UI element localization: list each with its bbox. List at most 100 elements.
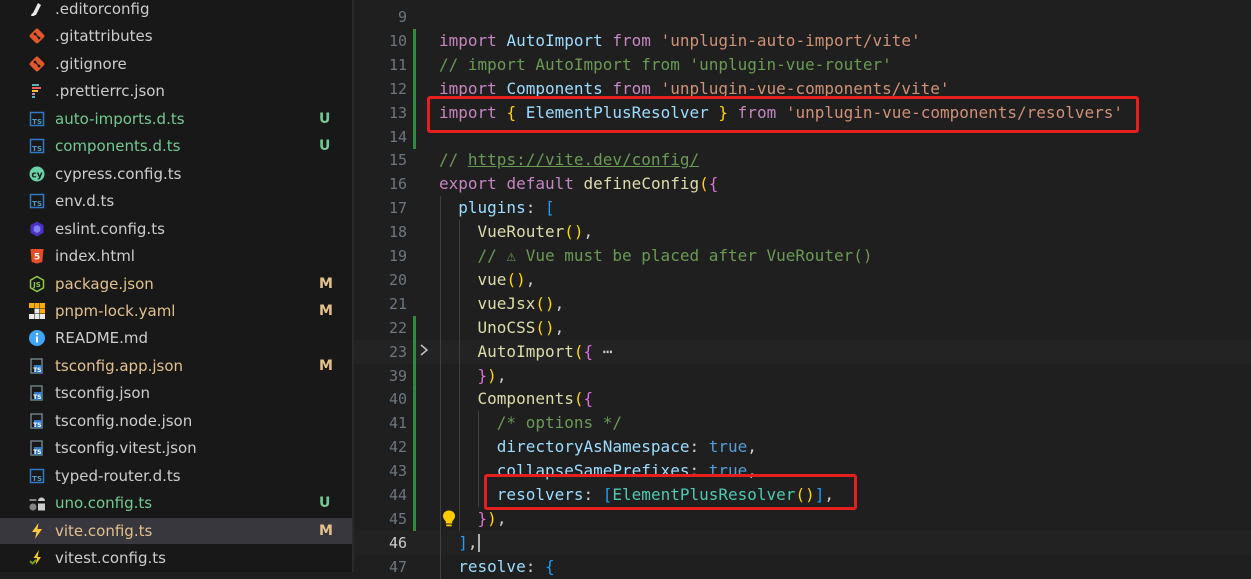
code-token: } (477, 508, 488, 528)
code-token: { (708, 174, 719, 194)
code-token: () (535, 293, 555, 313)
code-line[interactable]: 46 ], (354, 530, 1251, 555)
line-number: 19 (388, 247, 407, 265)
code-line[interactable]: 20 vue(), (354, 268, 1251, 292)
file-item[interactable]: .editorconfig (0, 0, 352, 22)
code-line[interactable]: 10 import AutoImport from 'unplugin-auto-… (354, 28, 1251, 53)
line-number: 12 (388, 79, 407, 98)
code-line[interactable]: 17 plugins: [ (354, 196, 1251, 220)
line-number: 45 (388, 509, 407, 528)
unocss-icon (27, 493, 47, 513)
svg-text:JS: JS (32, 281, 41, 289)
line-number: 21 (388, 294, 407, 313)
file-item[interactable]: JS package.json M (0, 271, 352, 297)
file-item[interactable]: TS tsconfig.app.json M (0, 353, 352, 379)
code-line[interactable]: 14 (354, 124, 1251, 149)
code-line[interactable]: 23 AutoImport({ ⋯ (354, 339, 1251, 364)
tsconfig-icon: TS (27, 411, 47, 431)
code-text: vue(), (439, 268, 536, 292)
line-number: 20 (388, 270, 407, 289)
file-name: vite.config.ts (55, 521, 153, 540)
file-item[interactable]: TS auto-imports.d.ts U (0, 106, 352, 132)
file-item[interactable]: uno.config.ts U (0, 490, 352, 516)
code-text: resolve: { (439, 555, 554, 579)
code-line[interactable]: 11 // import AutoImport from 'unplugin-vu… (354, 52, 1251, 77)
git-added-decoration (413, 315, 416, 340)
line-number: 41 (388, 414, 407, 433)
file-item[interactable]: cy cypress.config.ts (0, 161, 352, 187)
editorconfig-icon (27, 0, 47, 19)
code-token: : (525, 198, 545, 218)
file-item[interactable]: vite.config.ts M (0, 517, 352, 544)
code-line[interactable]: 16 export default defineConfig({ (354, 172, 1251, 196)
code-line[interactable]: 13 import { ElementPlusResolver } from 'u… (354, 100, 1251, 125)
file-item[interactable]: 5 index.html (0, 243, 352, 269)
file-item[interactable]: TS tsconfig.node.json (0, 408, 352, 434)
code-line[interactable]: 22 UnoCSS(), (354, 315, 1251, 340)
code-line[interactable]: 42 directoryAsNamespace: true, (354, 435, 1251, 460)
code-token: : (525, 556, 545, 576)
tsconfig-icon: TS (27, 356, 47, 376)
file-name: .gitattributes (55, 27, 153, 46)
code-token: 'unplugin-auto-import/vite' (660, 30, 921, 50)
code-token: , (747, 437, 757, 457)
code-text: vueJsx(), (439, 292, 565, 316)
code-line[interactable]: 41 /* options */ (354, 411, 1251, 436)
line-number: 23 (388, 342, 407, 361)
git-added-decoration (413, 28, 416, 53)
code-token: , (496, 365, 507, 385)
chevron-right-icon[interactable] (418, 342, 434, 362)
line-number: 14 (388, 127, 407, 146)
code-token: // https://vite.dev/config/ (439, 150, 700, 170)
code-token: ) (487, 365, 497, 385)
tsconfig-icon: TS (27, 438, 47, 458)
git-status-badge: M (319, 275, 333, 292)
git-added-decoration (413, 339, 416, 364)
code-line[interactable]: 21 vueJsx(), (354, 292, 1251, 316)
code-text: resolvers: [ElementPlusResolver()], (439, 483, 834, 507)
code-token: UnoCSS (477, 317, 536, 337)
code-token: () (795, 485, 815, 504)
file-item[interactable]: eslint.config.ts (0, 216, 352, 242)
code-token: , (496, 508, 507, 528)
html-icon: 5 (27, 246, 47, 266)
line-number: 22 (388, 318, 407, 337)
file-item[interactable]: TS components.d.ts U (0, 133, 352, 159)
code-line[interactable]: 9 (354, 5, 1251, 29)
svg-text:TS: TS (33, 422, 41, 429)
code-line[interactable]: 44 resolvers: [ElementPlusResolver()], (354, 483, 1251, 507)
code-token: [ (602, 485, 613, 504)
code-line[interactable]: 18 VueRouter(), (354, 220, 1251, 244)
code-line[interactable]: 40 Components({ (354, 387, 1251, 412)
code-line[interactable]: 12 import Components from 'unplugin-vue-c… (354, 76, 1251, 101)
file-name: tsconfig.json (55, 384, 151, 403)
file-item[interactable]: README.md (0, 325, 352, 351)
file-item[interactable]: .gitattributes (0, 23, 352, 49)
code-line[interactable]: 43 collapseSamePrefixes: true, (354, 459, 1251, 484)
code-line[interactable]: 47 resolve: { (354, 555, 1251, 579)
code-line[interactable]: 15 // https://vite.dev/config/ (354, 148, 1251, 172)
file-name: tsconfig.node.json (55, 411, 193, 430)
code-line[interactable]: 39 }), (354, 363, 1251, 388)
file-item[interactable]: .gitignore (0, 51, 352, 77)
code-line[interactable]: 19 // ⚠ Vue must be placed after VueRout… (354, 244, 1251, 268)
indent-guide (478, 411, 479, 507)
svg-text:cy: cy (31, 170, 42, 180)
code-token: vue (477, 269, 507, 289)
git-status-badge: U (319, 495, 331, 512)
file-item[interactable]: TS env.d.ts (0, 188, 352, 214)
file-item[interactable]: .prettierrc.json (0, 78, 352, 104)
file-item[interactable]: vitest.config.ts (0, 545, 352, 571)
code-editor[interactable]: 9 10 import AutoImport from 'unplugin-auto… (354, 0, 1251, 579)
file-item[interactable]: pnpm-lock.yaml M (0, 298, 352, 324)
file-item[interactable]: TS typed-router.d.ts (0, 463, 352, 489)
code-line[interactable]: 45 }), (354, 506, 1251, 531)
file-item[interactable]: TS tsconfig.json (0, 380, 352, 406)
file-item[interactable]: TS tsconfig.vitest.json (0, 435, 352, 461)
code-token: defineConfig (583, 174, 700, 194)
